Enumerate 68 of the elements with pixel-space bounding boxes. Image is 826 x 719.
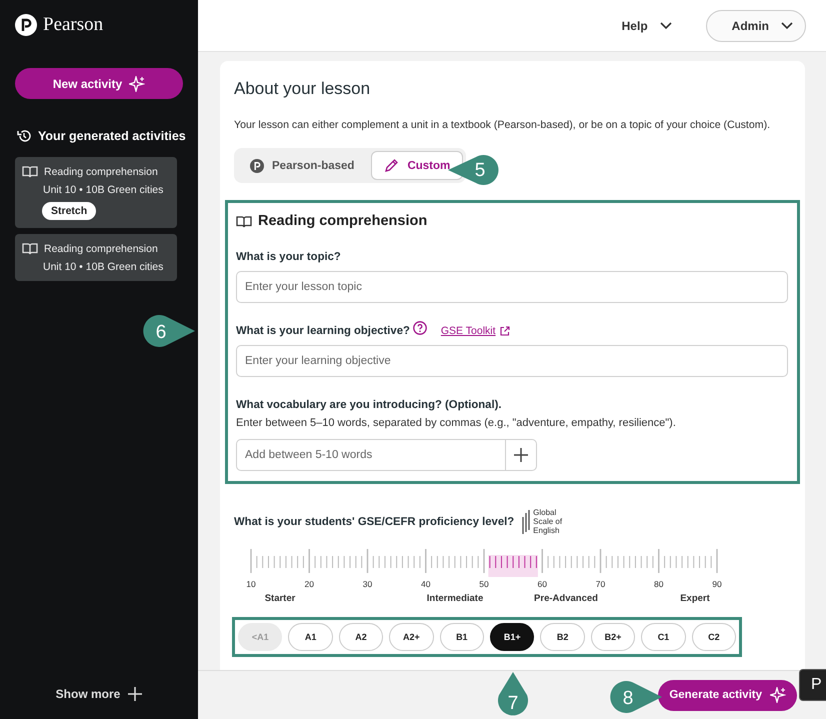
scale-number: 80	[654, 579, 664, 589]
field-label: What is your learning objective?	[236, 325, 410, 337]
text-field[interactable]: Enter your lesson topic	[236, 271, 788, 303]
activity-title: Reading comprehension	[44, 166, 158, 178]
level-band-label: Intermediate	[426, 593, 484, 604]
scale-number: 60	[538, 579, 547, 589]
scale-number: 90	[712, 579, 722, 589]
word-field[interactable]: Add between 5-10 words	[236, 439, 537, 471]
text-field[interactable]: Enter your learning objective	[236, 345, 788, 377]
scale-number: 20	[304, 579, 314, 589]
show-more-button[interactable]: Show more	[46, 683, 152, 705]
gse-logo-text: Global Scale of English	[533, 508, 562, 535]
scale-number: 40	[421, 579, 430, 589]
book-icon	[236, 214, 252, 228]
activity-card[interactable]: Reading comprehension Unit 10 • 10B Green cities	[15, 234, 177, 281]
source-tab[interactable]: Custom	[371, 151, 464, 180]
scale-number: 70	[596, 579, 606, 589]
section-title: About your lesson	[234, 79, 372, 99]
history-icon	[17, 129, 31, 143]
add-button[interactable]	[505, 440, 536, 470]
book-icon	[22, 165, 38, 178]
chevron-down-icon	[781, 22, 793, 30]
form-title: Reading comprehension	[258, 213, 428, 229]
level-pill[interactable]: B2+	[590, 623, 636, 651]
level-band-label: Expert	[680, 593, 710, 604]
hint-text: Enter between 5–10 words, separated by commas (e.g., "adventure, empathy, resilience").	[236, 417, 677, 429]
level-band-label: Starter	[264, 593, 296, 604]
question-label: What is your students' GSE/CEFR proficiency level?	[234, 516, 514, 528]
history-title: Your generated activities	[38, 129, 186, 143]
new-activity-button[interactable]: New activity	[15, 68, 183, 99]
level-pill[interactable]: A1	[288, 623, 333, 651]
activity-tag: Stretch	[42, 202, 96, 220]
plus-icon	[128, 687, 142, 701]
level-pill[interactable]: B1	[440, 623, 484, 651]
chevron-down-icon	[660, 22, 672, 30]
pencil-icon	[384, 158, 400, 173]
logo-text: Pearson	[43, 14, 104, 36]
description-text: Your lesson can either complement a unit in a textbook (Pearson-based), or be on a topic of your choice (Custom).	[234, 119, 772, 131]
account-menu-button[interactable]: Admin	[706, 10, 806, 42]
sparkle-icon	[770, 687, 786, 703]
activity-subtitle: Unit 10 • 10B Green cities	[42, 261, 164, 273]
plus-icon	[514, 448, 528, 462]
field-label: What vocabulary are you introducing? (Optional).	[236, 399, 502, 411]
level-pill[interactable]: C1	[641, 623, 686, 651]
scale-number: 30	[362, 579, 372, 589]
activity-title: Reading comprehension	[44, 242, 158, 254]
level-pill[interactable]: A2+	[389, 623, 434, 651]
level-pill[interactable]: A2	[338, 623, 384, 651]
generate-activity-button[interactable]: Generate activity	[658, 680, 797, 710]
activity-card[interactable]: Reading comprehension Unit 10 • 10B Green cities Stretch	[15, 157, 177, 228]
source-tab[interactable]: Pearson-based	[237, 151, 368, 180]
sparkle-icon	[129, 76, 146, 92]
scale-number: 50	[479, 579, 489, 589]
level-band-label: Pre-Advanced	[534, 593, 598, 604]
bars-icon	[522, 509, 532, 535]
level-pill[interactable]: B1+	[490, 623, 534, 651]
external-link-icon	[500, 326, 510, 336]
field-label: What is your topic?	[236, 251, 341, 263]
toolkit-link[interactable]: GSE Toolkit	[440, 325, 510, 337]
tooltip: P	[799, 669, 826, 701]
logo-icon	[250, 158, 264, 172]
help-menu-button[interactable]: Help	[620, 10, 674, 40]
level-pill[interactable]: C2	[692, 623, 736, 651]
scale-number: 10	[246, 579, 256, 589]
logo-icon	[15, 14, 37, 36]
level-pill[interactable]: B2	[540, 623, 585, 651]
book-icon	[22, 242, 38, 255]
activity-subtitle: Unit 10 • 10B Green cities	[42, 184, 164, 196]
